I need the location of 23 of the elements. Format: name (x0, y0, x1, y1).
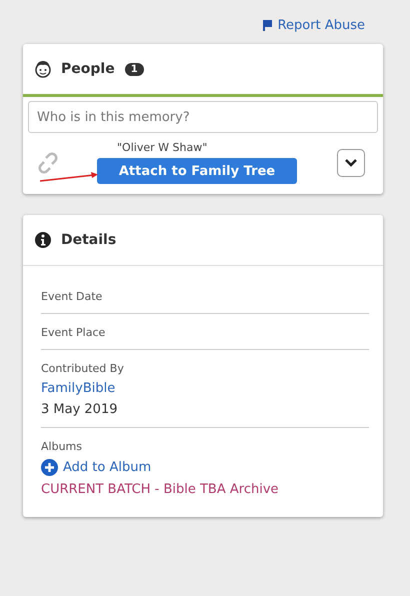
field-label: Contributed By (41, 362, 125, 375)
field-label: Albums (41, 440, 83, 453)
face-icon (35, 60, 51, 78)
contribution-date: 3 May 2019 (41, 402, 118, 417)
field-label: Event Place (41, 326, 106, 339)
expand-toggle[interactable] (337, 148, 365, 176)
info-icon (35, 232, 51, 248)
people-search-field[interactable]: Who is in this memory? (28, 101, 378, 133)
people-count: 1 (124, 62, 144, 76)
plus-icon (41, 459, 58, 476)
chevron-icon (345, 158, 357, 166)
attach-button[interactable]: Attach to Family Tree (97, 158, 297, 184)
contributor-link[interactable]: FamilyBible (41, 381, 369, 396)
report-abuse-link[interactable]: Report Abuse (262, 18, 365, 32)
add-to-album-link[interactable]: Add to Album (41, 459, 152, 476)
person-name: "Oliver W Shaw" (117, 141, 208, 154)
field-label: Event Date (41, 290, 104, 303)
link-icon (37, 152, 59, 174)
details-title: Details (61, 232, 116, 248)
album-link[interactable]: CURRENT BATCH - Bible TBA Archive (41, 482, 369, 497)
arrow-annotation (39, 171, 99, 183)
people-title: People (61, 61, 115, 77)
flag-icon (262, 20, 272, 30)
